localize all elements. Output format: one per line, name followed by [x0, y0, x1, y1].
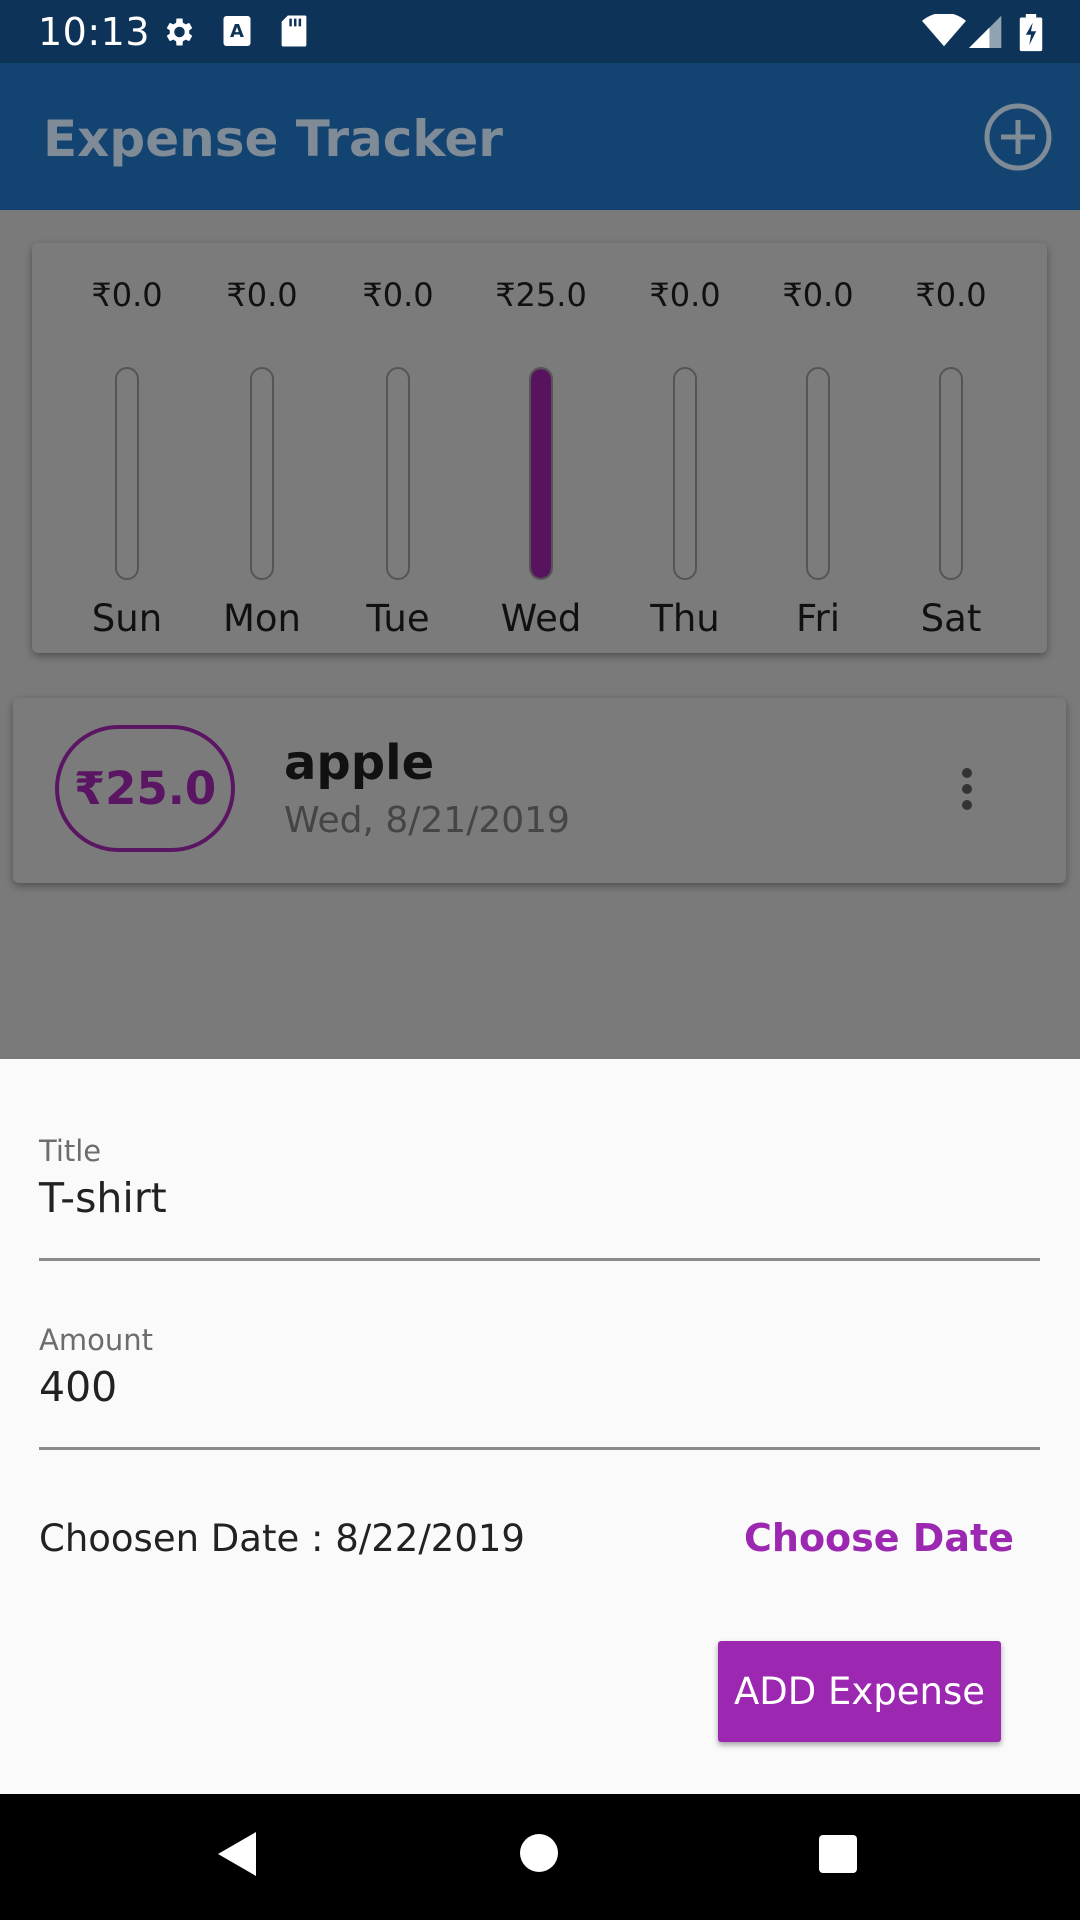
title-field[interactable]: Title T-shirt: [39, 1133, 1040, 1261]
chart-day-sat: ₹0.0 Sat: [891, 243, 1011, 653]
transaction-date: Wed, 8/21/2019: [284, 800, 570, 841]
app-title: Expense Tracker: [43, 110, 503, 168]
day-label: Wed: [500, 597, 582, 640]
chart-day-wed: ₹25.0 Wed: [481, 243, 601, 653]
transaction-title: apple: [284, 735, 435, 791]
add-expense-button[interactable]: ADD Expense: [718, 1641, 1001, 1742]
day-label: Sat: [920, 597, 982, 640]
day-label: Fri: [795, 597, 841, 640]
transaction-item[interactable]: ₹25.0 apple Wed, 8/21/2019: [13, 698, 1066, 883]
wifi-icon: [922, 14, 966, 47]
chart-day-sun: ₹0.0 Sun: [67, 243, 187, 653]
back-icon[interactable]: [218, 1832, 256, 1876]
day-bar-fill: [531, 369, 551, 578]
content-area: ₹0.0 Sun ₹0.0 Mon ₹0.0 Tue ₹25.0 Wed ₹0.…: [0, 210, 1080, 1059]
cell-signal-icon: [969, 15, 1002, 48]
weekly-chart: ₹0.0 Sun ₹0.0 Mon ₹0.0 Tue ₹25.0 Wed ₹0.…: [32, 243, 1047, 653]
day-bar: [673, 367, 697, 580]
settings-icon: [166, 18, 193, 46]
chart-day-tue: ₹0.0 Tue: [338, 243, 458, 653]
amount-field[interactable]: Amount 400: [39, 1322, 1040, 1450]
battery-charging-icon: [1019, 14, 1043, 52]
day-bar: [115, 367, 139, 580]
chart-day-mon: ₹0.0 Mon: [202, 243, 322, 653]
title-field-value[interactable]: T-shirt: [39, 1173, 167, 1223]
day-bar: [939, 367, 963, 580]
add-circle-icon[interactable]: [983, 102, 1053, 172]
status-time: 10:13: [38, 10, 151, 54]
amount-field-value[interactable]: 400: [39, 1362, 117, 1412]
day-label: Thu: [650, 597, 720, 640]
sd-card-icon: [281, 15, 307, 47]
svg-text:A: A: [230, 21, 244, 42]
day-label: Tue: [366, 597, 430, 640]
day-label: Mon: [222, 597, 301, 640]
chart-day-thu: ₹0.0 Thu: [625, 243, 745, 653]
day-bar: [386, 367, 410, 580]
day-amount: ₹0.0: [649, 276, 721, 314]
navigation-bar: [0, 1794, 1080, 1920]
amount-field-label: Amount: [39, 1323, 153, 1357]
day-label: Sun: [91, 597, 163, 640]
day-bar: [806, 367, 830, 580]
day-amount: ₹0.0: [782, 276, 854, 314]
day-amount: ₹0.0: [226, 276, 298, 314]
day-amount: ₹0.0: [362, 276, 434, 314]
day-bar: [250, 367, 274, 580]
app-bar: Expense Tracker: [0, 63, 1080, 210]
more-vert-icon[interactable]: [959, 768, 975, 816]
transaction-amount: ₹25.0: [55, 725, 235, 852]
day-amount: ₹25.0: [495, 276, 587, 314]
a-box-icon: A: [223, 16, 251, 46]
home-icon[interactable]: [520, 1834, 558, 1872]
day-amount: ₹0.0: [91, 276, 163, 314]
title-field-label: Title: [39, 1134, 102, 1168]
chosen-date-text: Choosen Date : 8/22/2019: [39, 1517, 525, 1560]
day-amount: ₹0.0: [915, 276, 987, 314]
recents-icon[interactable]: [819, 1835, 857, 1873]
day-bar: [529, 367, 553, 580]
new-expense-sheet: Title T-shirt Amount 400 Choosen Date : …: [0, 1059, 1080, 1794]
status-bar: 10:13 A: [0, 0, 1080, 63]
chart-day-fri: ₹0.0 Fri: [758, 243, 878, 653]
choose-date-button[interactable]: Choose Date: [744, 1514, 1014, 1562]
